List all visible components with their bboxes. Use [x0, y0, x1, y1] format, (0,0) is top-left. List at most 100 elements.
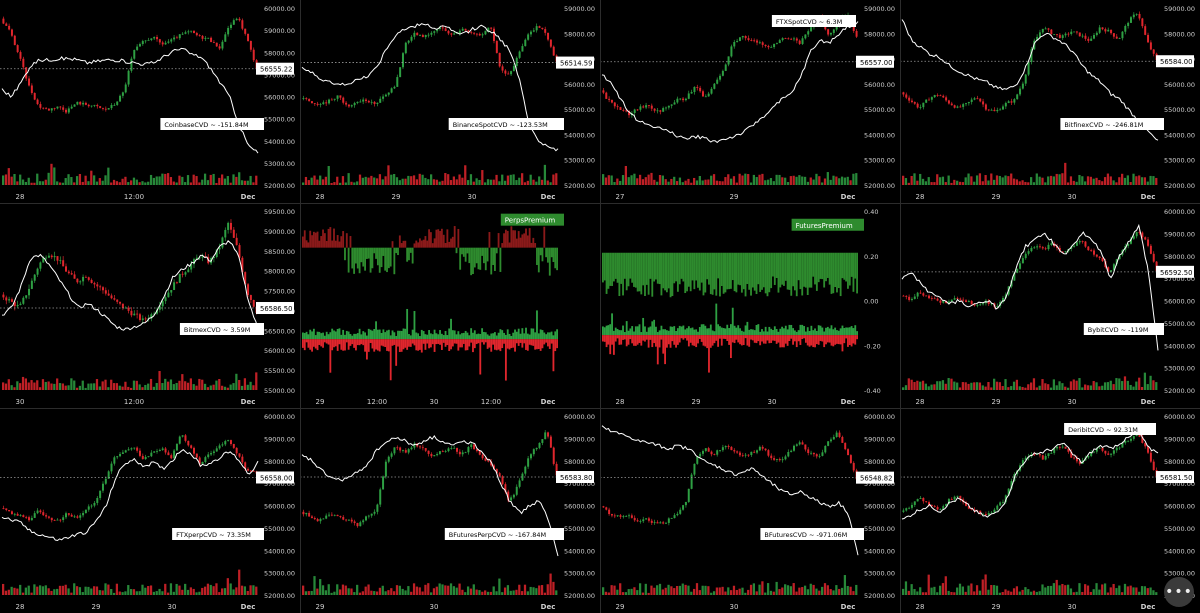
- delta-bar-down: [702, 335, 705, 346]
- chart-panel[interactable]: 59500.00 59000.00 58500.00 58000.00 57500.00…: [0, 203, 300, 408]
- delta-bar-down: [435, 339, 438, 345]
- volume-bar: [232, 383, 235, 390]
- candle-body: [218, 445, 221, 449]
- volume-bar: [993, 378, 996, 390]
- delta-bar-up: [483, 331, 485, 340]
- candle-body: [1093, 35, 1095, 39]
- chart-panel[interactable]: 59000.0058000.0057000.0056000.0055000.00…: [600, 0, 900, 203]
- candle-body: [622, 516, 625, 517]
- volume-bar: [1089, 176, 1092, 185]
- chart-panel[interactable]: 29 12:00 30 12:00 Dec PerpsPremium: [300, 203, 600, 408]
- delta-bar-down: [556, 339, 558, 349]
- candle-body: [161, 301, 164, 307]
- candle-body: [950, 299, 953, 302]
- candle-body: [979, 304, 982, 306]
- premium-bar: [744, 252, 747, 297]
- chart-panel[interactable]: 60000.00 59000.00 58000.00 57000.00 56000.00…: [0, 408, 300, 613]
- candle-body: [778, 40, 781, 44]
- delta-bar-down: [676, 335, 679, 345]
- volume-bar: [1072, 379, 1075, 390]
- candle-body: [190, 445, 193, 448]
- volume-bar: [938, 177, 942, 185]
- volume-bar: [801, 587, 804, 595]
- premium-bar: [819, 252, 822, 279]
- candle-body: [835, 432, 838, 437]
- premium-bar: [814, 252, 816, 285]
- volume-bar: [7, 168, 10, 185]
- candle-body: [84, 276, 87, 278]
- chart-panel[interactable]: 60000.00 59000.00 58000.00 57000.00 56000.00…: [900, 203, 1200, 408]
- candle-body: [42, 512, 45, 516]
- delta-bar-down: [453, 339, 456, 344]
- delta-bar-up: [486, 334, 489, 340]
- chart-panel[interactable]: 59000.0058000.0057000.0056000.0055000.00…: [300, 0, 600, 203]
- candle-body: [659, 110, 662, 112]
- volume-bar: [1095, 382, 1098, 390]
- candle-body: [39, 104, 42, 108]
- chart-panel[interactable]: 60000.00 59000.00 58000.00 57000.00 56000.00…: [0, 0, 300, 203]
- volume-bar: [1123, 177, 1127, 185]
- candle-body: [238, 18, 241, 21]
- volume-bar: [223, 386, 227, 390]
- volume-bar: [138, 384, 141, 390]
- volume-bar: [184, 583, 187, 595]
- chart-panel[interactable]: 60000.00 59000.00 58000.00 57000.00 56000.00…: [900, 408, 1200, 613]
- premium-bar: [757, 252, 760, 285]
- y-tick-label: 0.40: [864, 208, 878, 216]
- volume-bar: [838, 178, 841, 185]
- chart-panel[interactable]: 60000.00 59000.00 58000.00 57000.00 56000.00…: [300, 408, 600, 613]
- candle-body: [212, 42, 215, 43]
- volume-bar: [1004, 379, 1007, 390]
- delta-bar-up: [700, 324, 703, 336]
- premium-bar: [466, 247, 469, 254]
- candle-body: [127, 70, 130, 85]
- volume-bar: [127, 182, 130, 185]
- candle-body: [158, 39, 161, 43]
- volume-bar: [658, 583, 662, 595]
- candle-body: [922, 293, 925, 296]
- y-tick-label: 56000.00: [264, 94, 295, 102]
- volume-bar: [390, 174, 393, 185]
- volume-bar: [381, 585, 384, 595]
- chart-panel[interactable]: 0.40 0.20 0.00 -0.20 -0.40 28 29 30 Dec FuturesPr…: [600, 203, 900, 408]
- more-menu-button[interactable]: •••: [1164, 577, 1194, 607]
- volume-bar: [393, 174, 396, 185]
- volume-bar: [24, 587, 27, 595]
- volume-bar: [321, 585, 325, 595]
- delta-bar-down: [830, 335, 833, 346]
- volume-bar: [1015, 379, 1019, 390]
- candle-body: [56, 106, 59, 109]
- volume-bar: [67, 588, 70, 595]
- delta-bar-down: [382, 339, 385, 347]
- delta-bar-up: [678, 325, 681, 336]
- volume-bar: [495, 174, 498, 185]
- delta-bar-up: [702, 324, 705, 336]
- candle-body: [747, 454, 750, 456]
- volume-bar: [846, 585, 849, 595]
- premium-bar: [395, 247, 398, 254]
- delta-bar-up: [312, 328, 315, 340]
- volume-bar: [927, 386, 930, 390]
- delta-bar-down: [825, 335, 827, 345]
- delta-bar-down: [682, 335, 685, 340]
- volume-bar: [186, 382, 190, 390]
- candle-body: [99, 490, 102, 499]
- premium-bar: [658, 252, 661, 285]
- premium-bar: [320, 236, 323, 248]
- volume-bar: [41, 181, 45, 185]
- chart-panel[interactable]: 59000.0058000.0057000.0056000.0055000.00…: [900, 0, 1200, 203]
- delta-bar-up: [856, 331, 858, 336]
- premium-bar: [376, 247, 379, 266]
- x-tick-label: 30: [1068, 193, 1077, 201]
- premium-bar: [768, 252, 771, 293]
- delta-bar-up: [795, 331, 798, 336]
- volume-bar: [815, 588, 818, 595]
- candle-body: [195, 453, 198, 458]
- premium-bar: [413, 243, 416, 248]
- delta-bar-down: [349, 339, 352, 346]
- candle-body: [490, 27, 493, 29]
- volume-bar: [730, 178, 733, 185]
- delta-bar-up: [413, 311, 416, 340]
- delta-bar-down: [362, 339, 365, 346]
- chart-panel[interactable]: 60000.00 59000.00 58000.00 57000.00 56000.00…: [600, 408, 900, 613]
